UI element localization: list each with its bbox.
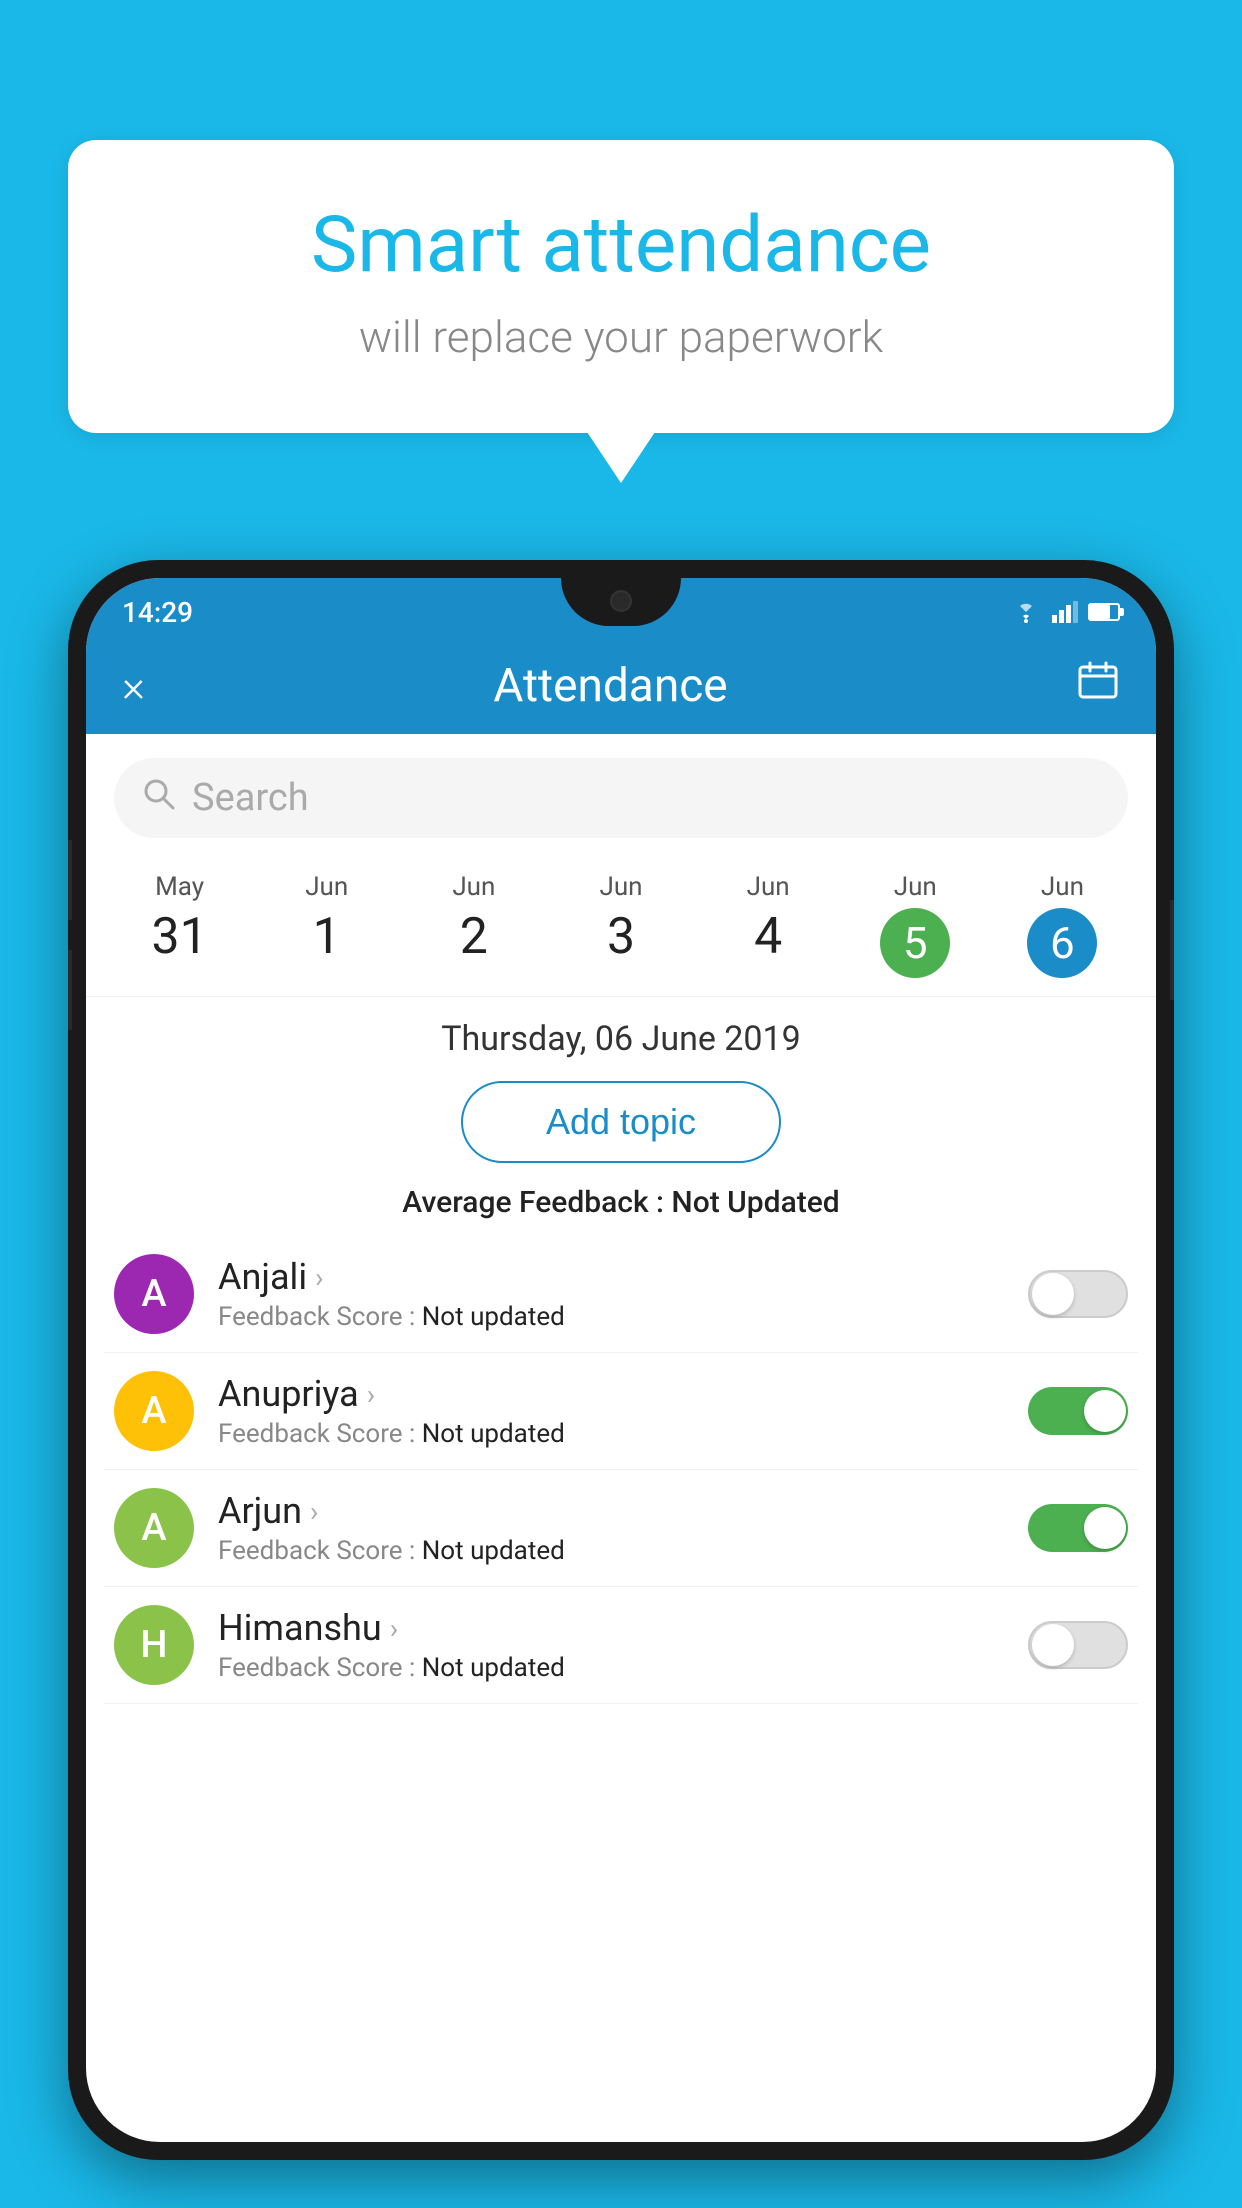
date-item-jun5[interactable]: Jun 5 xyxy=(842,862,989,988)
student-name: Anupriya › xyxy=(218,1373,1004,1415)
phone-screen: 14:29 xyxy=(86,578,1156,2142)
camera xyxy=(610,590,632,612)
search-input[interactable]: Search xyxy=(192,776,309,820)
student-list: A Anjali › Feedback Score : Not updated … xyxy=(86,1236,1156,1704)
toggle-container[interactable]: A xyxy=(1028,1621,1128,1669)
feedback-score: Feedback Score : Not updated xyxy=(218,1302,1004,1332)
attendance-toggle[interactable]: P xyxy=(1028,1387,1128,1435)
search-icon xyxy=(142,777,176,820)
app-header: × Attendance xyxy=(86,638,1156,734)
search-bar[interactable]: Search xyxy=(114,758,1128,838)
signal-icon xyxy=(1052,601,1078,623)
toggle-container[interactable]: P xyxy=(1028,1387,1128,1435)
student-row: A Anjali › Feedback Score : Not updated … xyxy=(104,1236,1138,1353)
toggle-container[interactable]: P xyxy=(1028,1504,1128,1552)
student-info[interactable]: Arjun › Feedback Score : Not updated xyxy=(218,1490,1004,1566)
student-row: H Himanshu › Feedback Score : Not update… xyxy=(104,1587,1138,1704)
attendance-toggle[interactable]: A xyxy=(1028,1621,1128,1669)
wifi-icon xyxy=(1010,601,1042,623)
date-item-jun4[interactable]: Jun 4 xyxy=(695,862,842,988)
phone-frame: 14:29 xyxy=(68,560,1174,2160)
student-row: A Anupriya › Feedback Score : Not update… xyxy=(104,1353,1138,1470)
battery-icon xyxy=(1088,603,1120,621)
attendance-toggle[interactable]: A xyxy=(1028,1270,1128,1318)
speech-bubble-container: Smart attendance will replace your paper… xyxy=(68,140,1174,433)
volume-up-button xyxy=(68,840,72,920)
avatar: A xyxy=(114,1488,194,1568)
date-item-jun6[interactable]: Jun 6 xyxy=(989,862,1136,988)
date-item-jun2[interactable]: Jun 2 xyxy=(400,862,547,988)
speech-bubble: Smart attendance will replace your paper… xyxy=(68,140,1174,433)
average-feedback: Average Feedback : Not Updated xyxy=(86,1175,1156,1236)
chevron-right-icon: › xyxy=(367,1378,375,1411)
date-item-jun1[interactable]: Jun 1 xyxy=(253,862,400,988)
bubble-title: Smart attendance xyxy=(148,200,1094,291)
avatar: H xyxy=(114,1605,194,1685)
student-row: A Arjun › Feedback Score : Not updated P xyxy=(104,1470,1138,1587)
date-item-jun3[interactable]: Jun 3 xyxy=(547,862,694,988)
add-topic-button[interactable]: Add topic xyxy=(461,1081,781,1163)
student-info[interactable]: Himanshu › Feedback Score : Not updated xyxy=(218,1607,1004,1683)
status-time: 14:29 xyxy=(122,596,193,629)
feedback-score: Feedback Score : Not updated xyxy=(218,1536,1004,1566)
selected-date: Thursday, 06 June 2019 xyxy=(86,997,1156,1069)
student-name: Arjun › xyxy=(218,1490,1004,1532)
chevron-right-icon: › xyxy=(315,1261,323,1294)
student-name: Himanshu › xyxy=(218,1607,1004,1649)
attendance-toggle[interactable]: P xyxy=(1028,1504,1128,1552)
status-icons xyxy=(1010,601,1120,623)
chevron-right-icon: › xyxy=(310,1495,318,1528)
student-name: Anjali › xyxy=(218,1256,1004,1298)
power-button xyxy=(1170,900,1174,1000)
volume-down-button xyxy=(68,950,72,1030)
chevron-right-icon: › xyxy=(390,1612,398,1645)
avatar: A xyxy=(114,1371,194,1451)
bubble-subtitle: will replace your paperwork xyxy=(148,311,1094,363)
calendar-icon[interactable] xyxy=(1076,659,1120,713)
toggle-container[interactable]: A xyxy=(1028,1270,1128,1318)
feedback-score: Feedback Score : Not updated xyxy=(218,1653,1004,1683)
feedback-score: Feedback Score : Not updated xyxy=(218,1419,1004,1449)
close-button[interactable]: × xyxy=(122,660,145,712)
student-info[interactable]: Anjali › Feedback Score : Not updated xyxy=(218,1256,1004,1332)
header-title: Attendance xyxy=(493,659,727,713)
avatar: A xyxy=(114,1254,194,1334)
date-item-may31[interactable]: May 31 xyxy=(106,862,253,988)
date-scroller: May 31 Jun 1 Jun 2 Jun 3 Jun 4 Jun 5 xyxy=(86,854,1156,997)
student-info[interactable]: Anupriya › Feedback Score : Not updated xyxy=(218,1373,1004,1449)
